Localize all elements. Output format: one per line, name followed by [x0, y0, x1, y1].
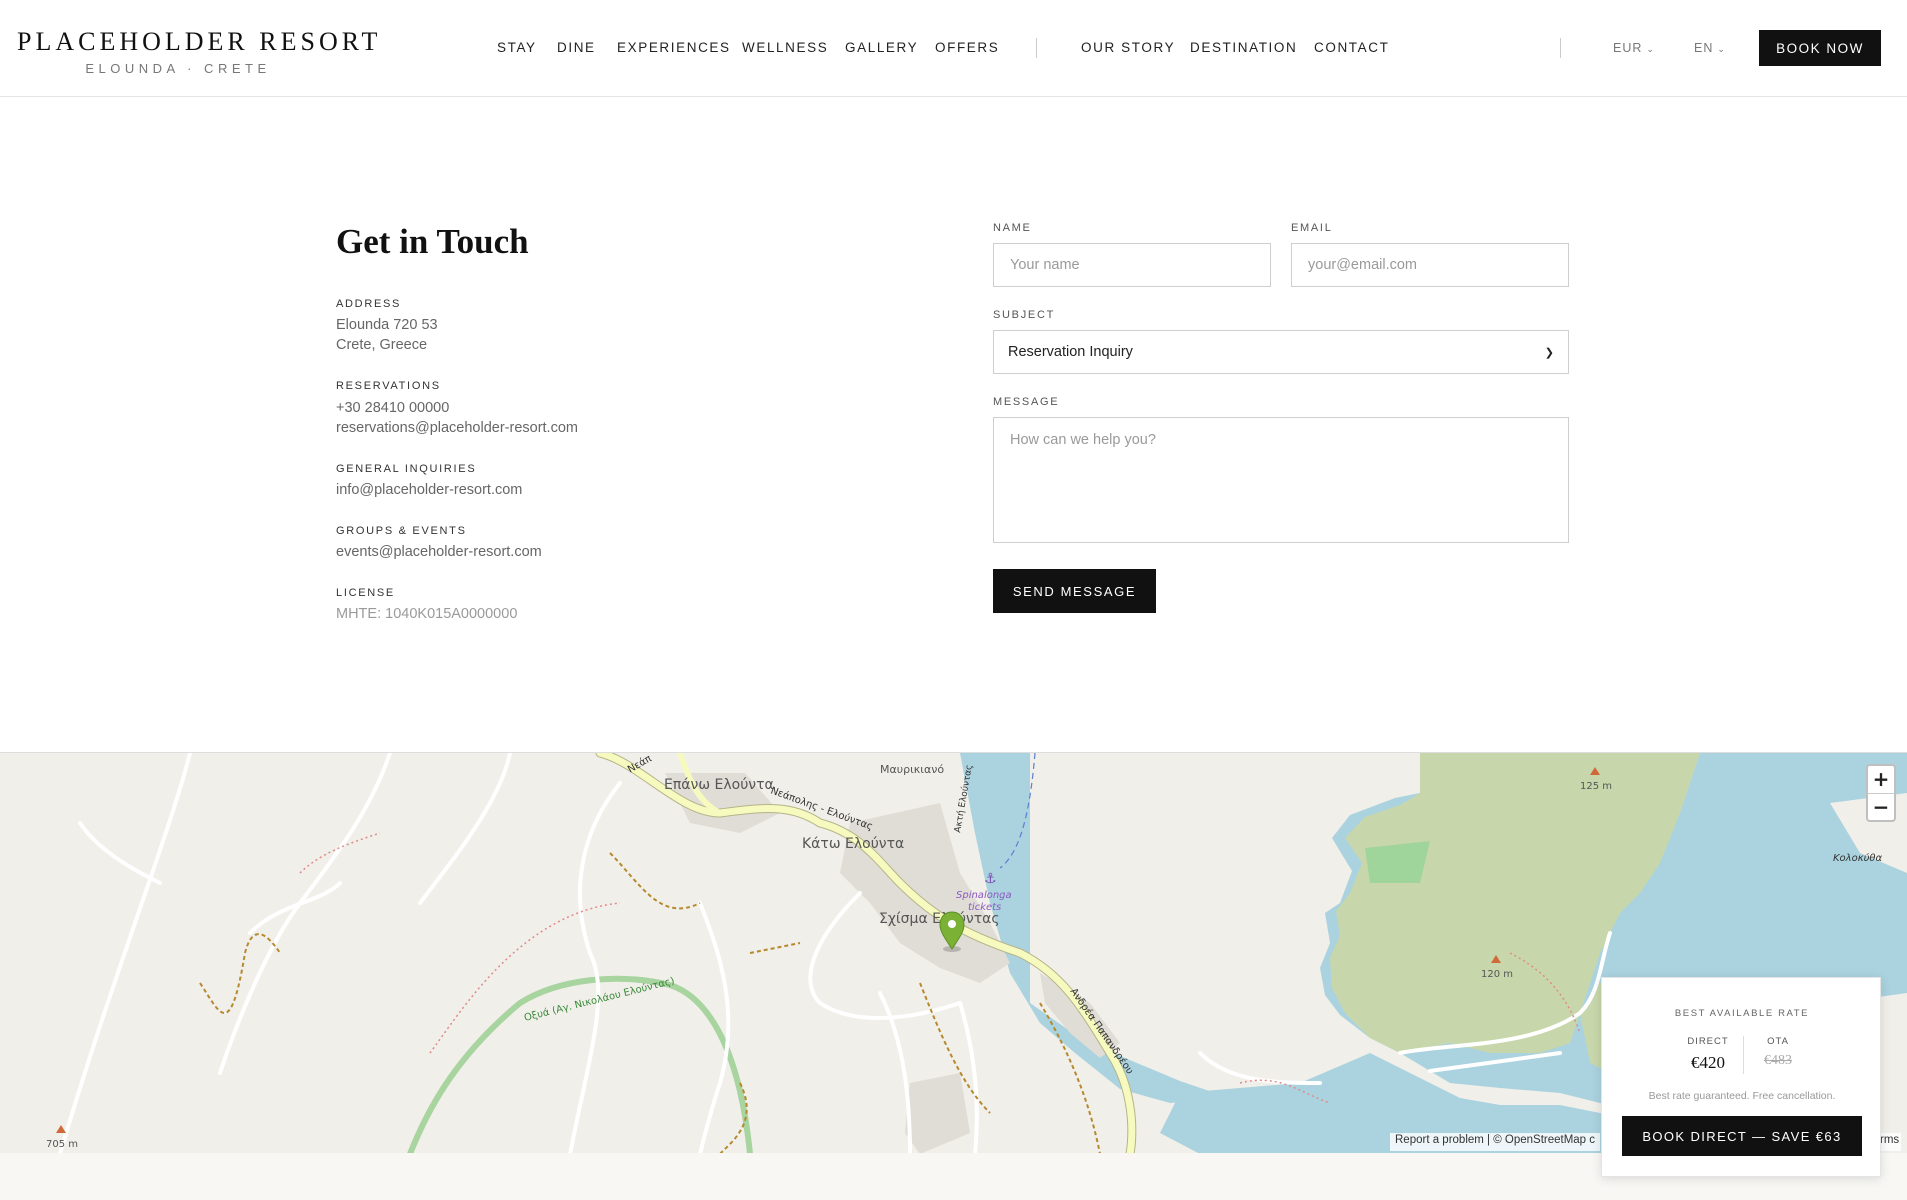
- license-value: MHTE: 1040K015A0000000: [336, 606, 518, 622]
- map-label-schisma: Σχίσμα Ελούντας: [879, 911, 1000, 927]
- map-label-peak: 125 m: [1580, 781, 1612, 792]
- email-label: EMAIL: [1291, 222, 1333, 234]
- nav-dine[interactable]: DINE: [557, 40, 596, 55]
- address-line-2: Crete, Greece: [336, 337, 428, 353]
- site-header: PLACEHOLDER RESORT ELOUNDA · CRETE STAY …: [0, 0, 1907, 97]
- address-label: ADDRESS: [336, 298, 402, 310]
- general-email-link[interactable]: info@placeholder-resort.com: [336, 480, 522, 500]
- map-label-peak: 120 m: [1481, 969, 1513, 980]
- email-input[interactable]: [1291, 243, 1569, 287]
- language-value: EN: [1694, 41, 1714, 55]
- name-label: NAME: [993, 222, 1032, 234]
- nav-divider: [1036, 38, 1037, 58]
- currency-value: EUR: [1613, 41, 1643, 55]
- nav-offers[interactable]: OFFERS: [935, 40, 999, 55]
- groups-events-label: GROUPS & EVENTS: [336, 525, 467, 537]
- reservations-label: RESERVATIONS: [336, 380, 441, 392]
- nav-destination[interactable]: DESTINATION: [1190, 40, 1297, 55]
- map-label-mavrikiano: Μαυρικιανό: [880, 763, 944, 776]
- ota-rate: OTA €483: [1738, 1036, 1818, 1069]
- peak-icon: [56, 1125, 66, 1133]
- logo-name: PLACEHOLDER RESORT: [17, 27, 382, 56]
- map-label-kato: Κάτω Ελούντα: [802, 836, 904, 852]
- subject-label: SUBJECT: [993, 309, 1056, 321]
- logo-tagline: ELOUNDA · CRETE: [85, 61, 271, 76]
- name-input[interactable]: [993, 243, 1271, 287]
- nav-our-story[interactable]: OUR STORY: [1081, 40, 1175, 55]
- nav-wellness[interactable]: WELLNESS: [742, 40, 828, 55]
- map-label-spinalonga: Spinalonga: [956, 890, 1012, 901]
- chevron-down-icon: ⌄: [1717, 44, 1726, 54]
- nav-experiences[interactable]: EXPERIENCES: [617, 40, 731, 55]
- subject-select[interactable]: Reservation Inquiry ❯: [993, 330, 1569, 374]
- nav-contact[interactable]: CONTACT: [1314, 40, 1389, 55]
- direct-price: €420: [1691, 1053, 1725, 1072]
- nav-divider: [1560, 38, 1561, 58]
- reservations-phone-link[interactable]: +30 28410 00000: [336, 398, 449, 418]
- currency-selector[interactable]: EUR ⌄: [1613, 41, 1655, 55]
- language-selector[interactable]: EN ⌄: [1694, 41, 1726, 55]
- book-direct-button[interactable]: BOOK DIRECT — SAVE €63: [1622, 1116, 1862, 1156]
- chevron-down-icon: ❯: [1544, 346, 1554, 359]
- ota-price: €483: [1764, 1053, 1792, 1068]
- map-label-tickets: tickets: [968, 902, 1001, 913]
- map-label-kolokytha: Κολοκύθα: [1833, 852, 1883, 864]
- address-line-1: Elounda 720 53: [336, 317, 438, 333]
- ota-label: OTA: [1767, 1036, 1789, 1047]
- chevron-down-icon: ⌄: [1646, 44, 1655, 54]
- groups-email-link[interactable]: events@placeholder-resort.com: [336, 542, 542, 562]
- direct-rate: DIRECT €420: [1668, 1036, 1748, 1073]
- map-zoom-control: + −: [1866, 764, 1896, 822]
- general-inquiries-label: GENERAL INQUIRIES: [336, 463, 477, 475]
- map-label-peak: 705 m: [46, 1139, 78, 1150]
- nav-stay[interactable]: STAY: [497, 40, 537, 55]
- direct-label: DIRECT: [1687, 1036, 1729, 1047]
- town-area: [905, 1073, 970, 1153]
- best-rate-widget: BEST AVAILABLE RATE DIRECT €420 OTA €483…: [1601, 977, 1881, 1177]
- rate-note: Best rate guaranteed. Free cancellation.: [1648, 1090, 1836, 1102]
- zoom-out-button[interactable]: −: [1868, 793, 1894, 820]
- map-terms-link[interactable]: rms: [1878, 1133, 1902, 1151]
- map-attribution[interactable]: Report a problem | © OpenStreetMap c: [1390, 1133, 1601, 1151]
- reservations-email-link[interactable]: reservations@placeholder-resort.com: [336, 418, 578, 438]
- message-label: MESSAGE: [993, 396, 1060, 408]
- page-title: Get in Touch: [336, 222, 529, 261]
- nav-gallery[interactable]: GALLERY: [845, 40, 918, 55]
- license-label: LICENSE: [336, 587, 395, 599]
- logo[interactable]: PLACEHOLDER RESORT ELOUNDA · CRETE: [17, 27, 381, 76]
- park-area: [1365, 841, 1430, 883]
- send-message-button[interactable]: SEND MESSAGE: [993, 569, 1156, 613]
- rate-title: BEST AVAILABLE RATE: [1674, 1008, 1810, 1019]
- anchor-icon: ⚓: [984, 871, 997, 887]
- map-label-epano: Επάνω Ελούντα: [664, 777, 774, 793]
- subject-value: Reservation Inquiry: [1008, 344, 1133, 360]
- zoom-in-button[interactable]: +: [1868, 766, 1894, 793]
- message-textarea[interactable]: [993, 417, 1569, 543]
- book-now-button[interactable]: BOOK NOW: [1759, 30, 1881, 66]
